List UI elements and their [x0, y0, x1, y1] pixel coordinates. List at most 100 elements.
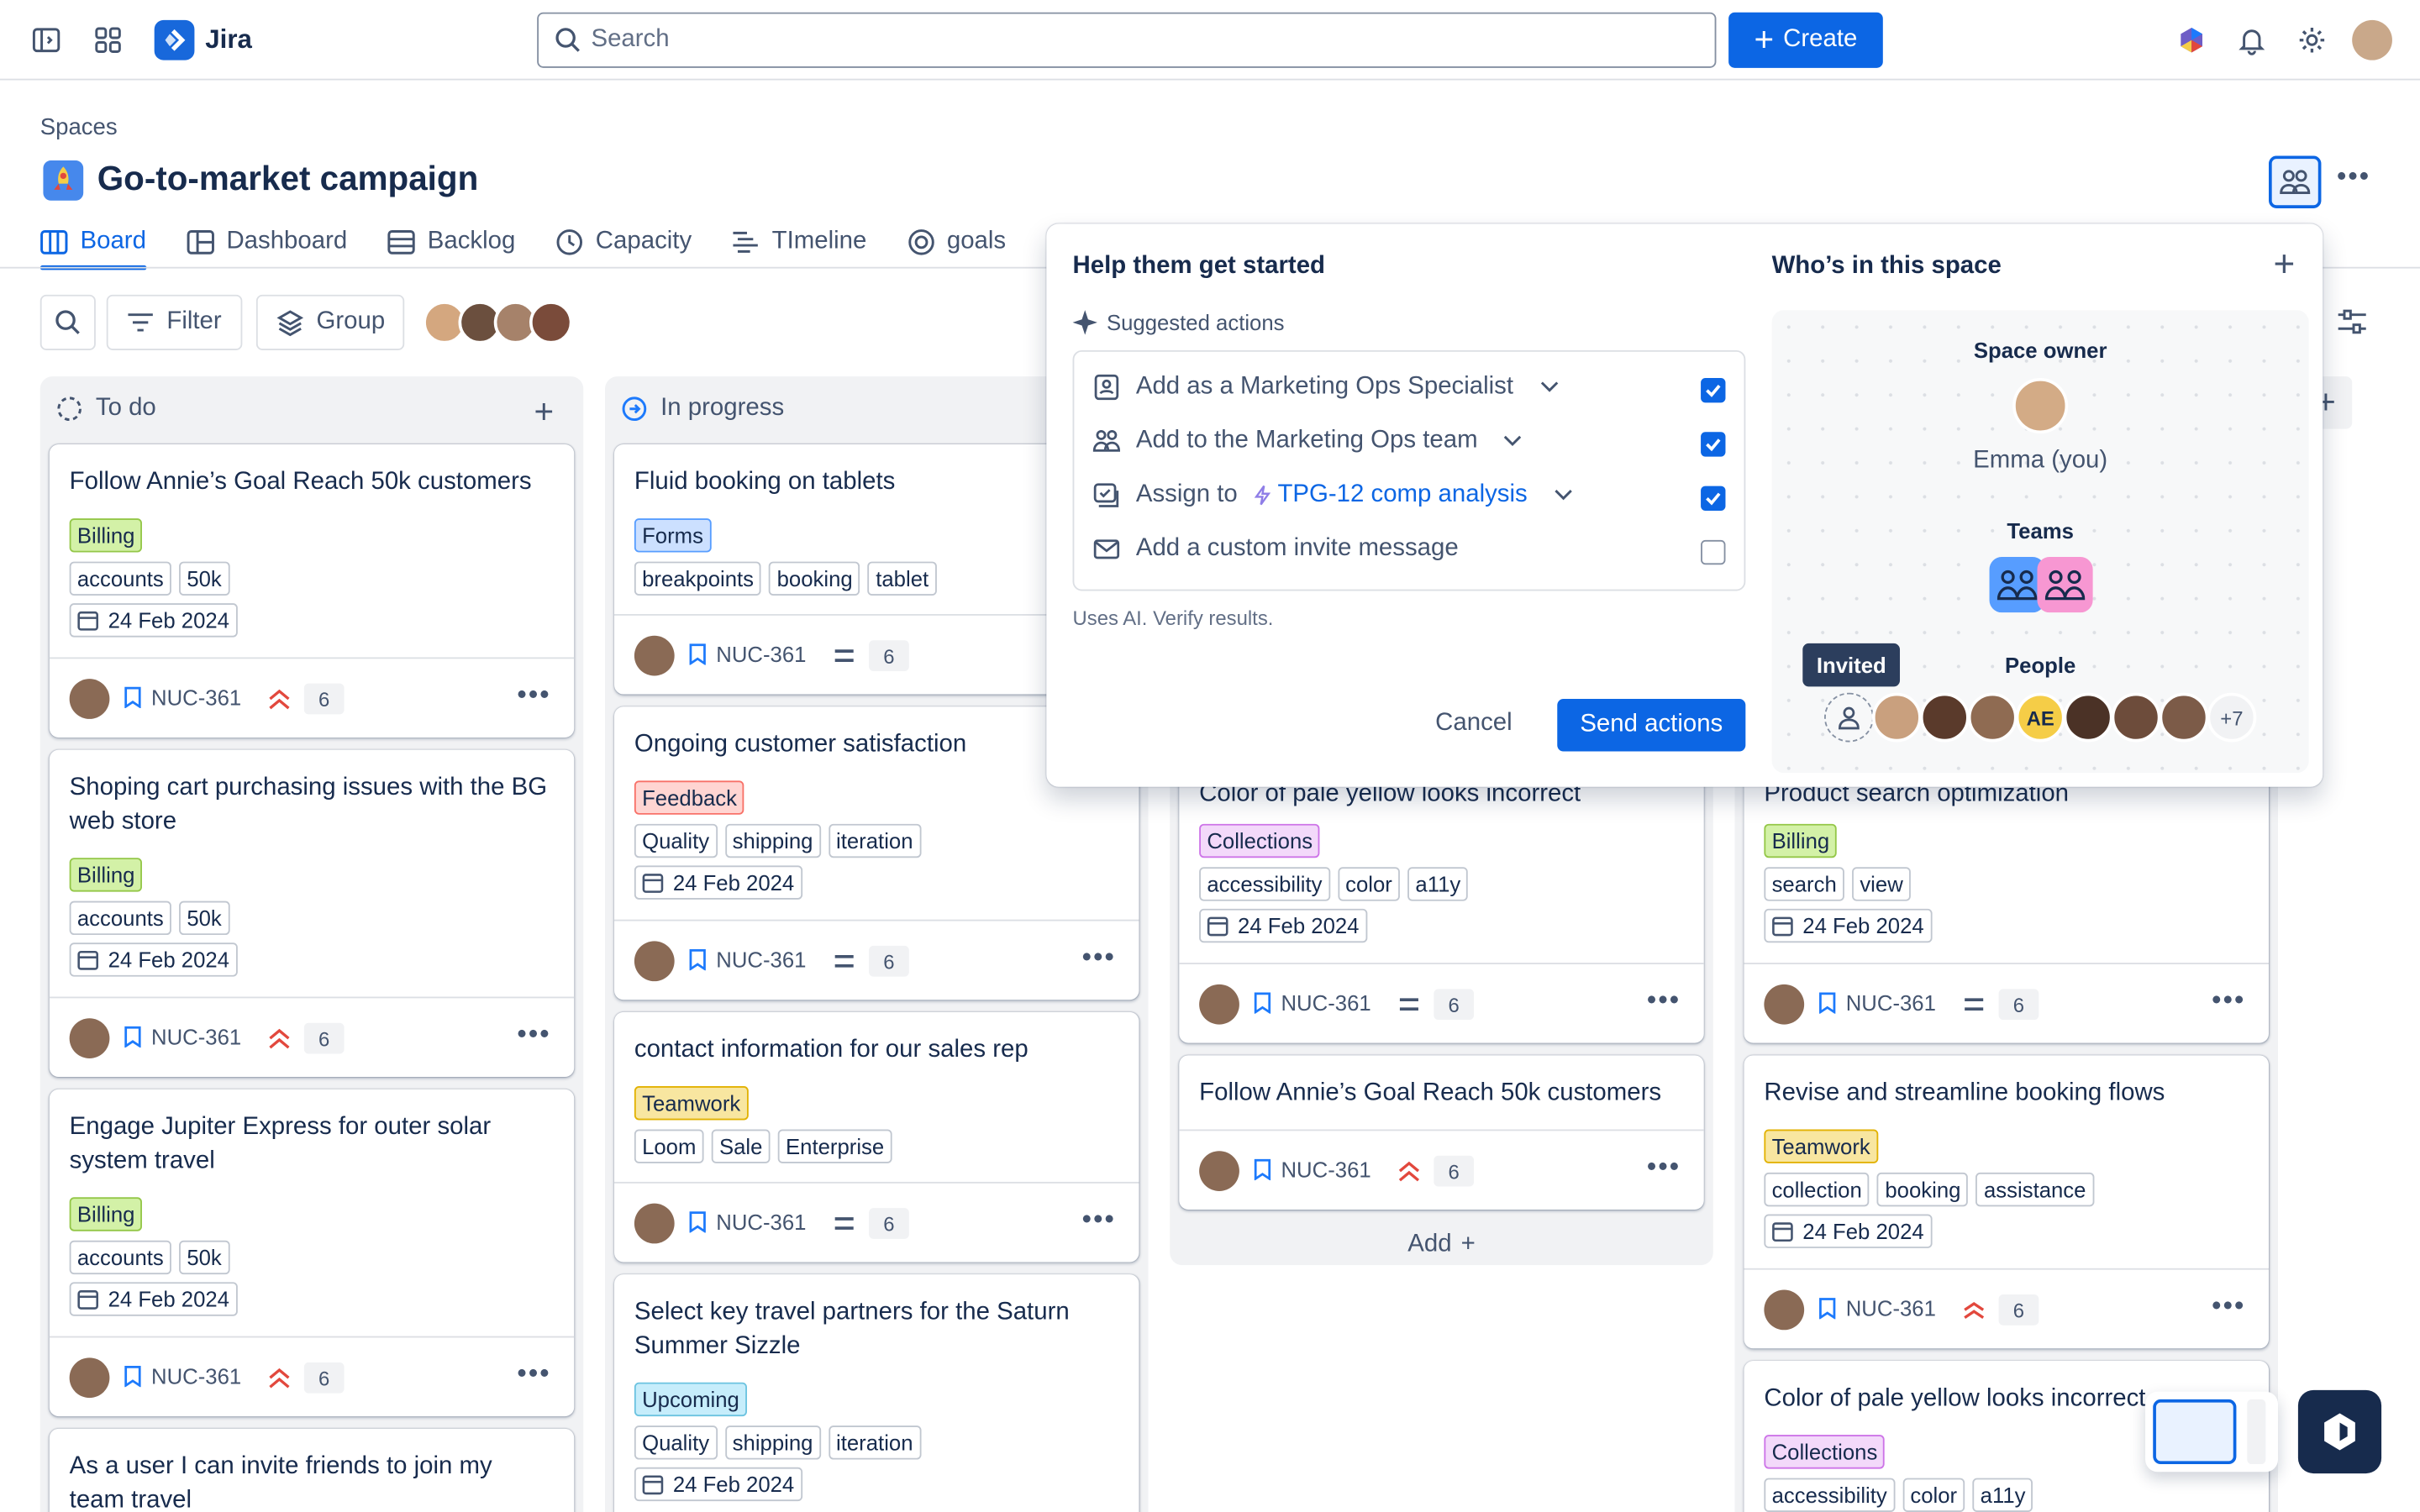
action-team-dropdown[interactable]: Add to the Marketing Ops team: [1092, 428, 1523, 455]
rovo-icon[interactable]: [2173, 22, 2210, 59]
card-assignee-avatar[interactable]: [634, 1203, 675, 1244]
card-more-icon[interactable]: •••: [517, 1357, 550, 1390]
issue-card[interactable]: Engage Jupiter Express for outer solar s…: [49, 1089, 575, 1417]
sidebar-toggle-icon[interactable]: [28, 22, 65, 59]
card-tag[interactable]: 50k: [179, 1240, 229, 1275]
card-tag[interactable]: search: [1764, 867, 1844, 901]
card-label[interactable]: Collections: [1764, 1435, 1886, 1469]
issue-key[interactable]: NUC-361: [1818, 1296, 1936, 1320]
card-tag[interactable]: accounts: [69, 561, 171, 596]
tab-goals[interactable]: goals: [907, 216, 1006, 268]
card-tag[interactable]: view: [1852, 867, 1911, 901]
send-actions-button[interactable]: Send actions: [1557, 699, 1746, 752]
search-input[interactable]: Search: [537, 12, 1717, 68]
card-tag[interactable]: Loom: [634, 1129, 704, 1163]
card-more-icon[interactable]: •••: [517, 679, 550, 711]
card-label[interactable]: Teamwork: [634, 1086, 749, 1121]
issue-key[interactable]: NUC-361: [124, 1364, 241, 1389]
card-tag[interactable]: 50k: [179, 561, 229, 596]
card-tag[interactable]: accessibility: [1764, 1478, 1895, 1512]
group-button[interactable]: Group: [255, 294, 406, 350]
card-tag[interactable]: a11y: [1407, 867, 1469, 901]
create-button[interactable]: + Create: [1728, 12, 1883, 68]
card-due-date[interactable]: 24 Feb 2024: [69, 942, 238, 977]
card-more-icon[interactable]: •••: [2212, 1290, 2245, 1323]
action-assign-dropdown[interactable]: Assign to TPG-12 comp analysis: [1092, 481, 1573, 509]
linked-issue[interactable]: TPG-12 comp analysis: [1253, 481, 1528, 509]
card-label[interactable]: Collections: [1199, 823, 1321, 858]
person-avatar[interactable]: [1967, 692, 2018, 743]
breadcrumb[interactable]: Spaces: [40, 114, 118, 140]
card-tag[interactable]: iteration: [828, 823, 921, 858]
add-card-button[interactable]: Add +: [1170, 1231, 1713, 1259]
card-tag[interactable]: assistance: [1975, 1172, 2094, 1207]
card-label[interactable]: Billing: [1764, 823, 1838, 858]
space-members-button[interactable]: [2269, 155, 2322, 208]
more-people-count[interactable]: +7: [2207, 692, 2257, 743]
card-label[interactable]: Billing: [69, 858, 143, 892]
action-checkbox-team[interactable]: [1701, 432, 1726, 457]
jira-logo-icon[interactable]: [154, 19, 195, 60]
assistant-launcher-button[interactable]: [2297, 1389, 2382, 1474]
card-tag[interactable]: shipping: [724, 823, 821, 858]
card-due-date[interactable]: 24 Feb 2024: [634, 865, 802, 900]
card-tag[interactable]: Sale: [711, 1129, 771, 1163]
card-assignee-avatar[interactable]: [69, 1018, 110, 1059]
action-checkbox-assign[interactable]: [1701, 486, 1726, 511]
card-assignee-avatar[interactable]: [1764, 1289, 1805, 1331]
tab-dashboard[interactable]: Dashboard: [187, 216, 347, 268]
card-tag[interactable]: color: [1337, 867, 1401, 901]
card-tag[interactable]: iteration: [828, 1425, 921, 1460]
card-more-icon[interactable]: •••: [1082, 941, 1116, 974]
tab-backlog[interactable]: Backlog: [387, 216, 515, 268]
add-member-plus-icon[interactable]: +: [2274, 244, 2296, 286]
issue-key[interactable]: NUC-361: [1818, 990, 1936, 1016]
issue-card[interactable]: contact information for our sales rep Te…: [614, 1011, 1139, 1263]
card-tag[interactable]: accessibility: [1199, 867, 1330, 901]
card-label[interactable]: Teamwork: [1764, 1129, 1878, 1163]
action-checkbox-role[interactable]: [1701, 378, 1726, 403]
card-label[interactable]: Forms: [634, 518, 712, 553]
issue-card[interactable]: Shoping cart purchasing issues with the …: [49, 749, 575, 1078]
issue-key[interactable]: NUC-361: [688, 1210, 806, 1234]
action-checkbox-message[interactable]: [1701, 539, 1726, 565]
more-actions-icon[interactable]: •••: [2337, 160, 2370, 193]
filter-button[interactable]: Filter: [106, 294, 242, 350]
card-assignee-avatar[interactable]: [69, 679, 110, 719]
add-card-plus-icon[interactable]: +: [534, 392, 555, 433]
issue-card[interactable]: Revise and streamline booking flows Team…: [1744, 1055, 2270, 1349]
action-invite-message[interactable]: Add a custom invite message: [1092, 535, 1459, 563]
card-tag[interactable]: breakpoints: [634, 561, 762, 596]
card-tag[interactable]: a11y: [1972, 1478, 2033, 1512]
issue-card[interactable]: Product search optimization Billing sear…: [1744, 756, 2270, 1043]
board-minimap[interactable]: [2145, 1391, 2279, 1473]
card-label[interactable]: Billing: [69, 518, 143, 553]
tab-timeline[interactable]: TImeline: [732, 216, 866, 268]
card-more-icon[interactable]: •••: [1647, 984, 1681, 1017]
card-due-date[interactable]: 24 Feb 2024: [69, 603, 238, 638]
card-due-date[interactable]: 24 Feb 2024: [69, 1282, 238, 1316]
card-more-icon[interactable]: •••: [517, 1018, 550, 1051]
issue-key[interactable]: NUC-361: [1253, 1158, 1371, 1182]
tab-capacity[interactable]: Capacity: [555, 216, 692, 268]
card-due-date[interactable]: 24 Feb 2024: [1764, 1214, 1932, 1248]
settings-gear-icon[interactable]: [2293, 22, 2330, 59]
card-due-date[interactable]: 24 Feb 2024: [1764, 908, 1932, 943]
card-assignee-avatar[interactable]: [1199, 1151, 1239, 1191]
person-initials-avatar[interactable]: AE: [2015, 692, 2065, 743]
card-due-date[interactable]: 24 Feb 2024: [1199, 908, 1367, 943]
card-more-icon[interactable]: •••: [2212, 984, 2245, 1017]
card-more-icon[interactable]: •••: [1082, 1204, 1116, 1236]
issue-card[interactable]: As a user I can invite friends to join m…: [49, 1428, 575, 1512]
issue-card[interactable]: Select key travel partners for the Satur…: [614, 1274, 1139, 1512]
board-search-button[interactable]: [39, 294, 96, 350]
issue-key[interactable]: NUC-361: [124, 685, 241, 710]
app-switcher-icon[interactable]: [90, 22, 127, 59]
cancel-button[interactable]: Cancel: [1435, 697, 1512, 749]
issue-card[interactable]: Color of pale yellow looks incorrect Col…: [1179, 756, 1704, 1043]
issue-key[interactable]: NUC-361: [688, 642, 806, 666]
card-assignee-avatar[interactable]: [1199, 984, 1239, 1025]
card-tag[interactable]: booking: [1877, 1172, 1969, 1207]
card-assignee-avatar[interactable]: [69, 1357, 110, 1399]
card-tag[interactable]: shipping: [724, 1425, 821, 1460]
